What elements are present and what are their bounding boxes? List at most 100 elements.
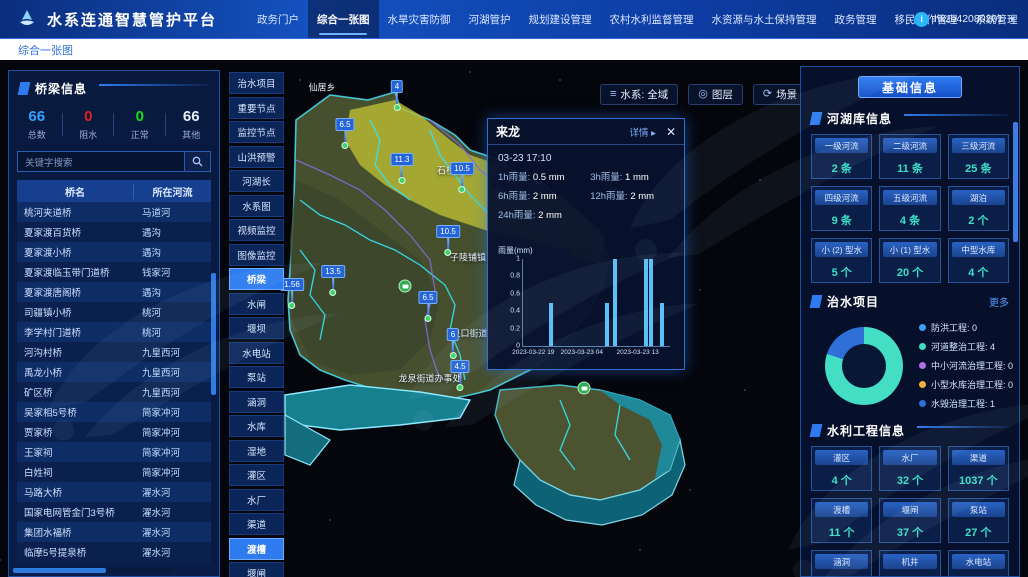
stat-label: 其他	[166, 128, 218, 141]
river-card[interactable]: 二级河流11 条	[879, 134, 940, 179]
river-card[interactable]: 四级河流9 条	[811, 186, 872, 231]
table-row[interactable]: 集团水福桥濯水河	[17, 522, 211, 542]
layer-item-1[interactable]: 重要节点	[229, 97, 284, 119]
camera-marker-icon[interactable]	[578, 382, 591, 395]
engineering-card[interactable]: 渡槽11 个	[811, 498, 872, 543]
horizontal-scrollbar[interactable]	[13, 568, 173, 573]
layer-item-19[interactable]: 渡槽	[229, 538, 284, 560]
layer-item-14[interactable]: 水库	[229, 415, 284, 437]
layer-item-13[interactable]: 涵洞	[229, 391, 284, 413]
layer-item-18[interactable]: 渠道	[229, 513, 284, 535]
card-label: 机井	[883, 554, 936, 569]
engineering-card[interactable]: 泵站27 个	[948, 498, 1009, 543]
table-row[interactable]: 临摩5号提泉桥濯水河	[17, 542, 211, 562]
gauge-marker[interactable]: 6.5	[418, 291, 437, 322]
scrollbar-thumb[interactable]	[211, 273, 216, 395]
river-card[interactable]: 小 (1) 型水20 个	[879, 238, 940, 283]
table-row[interactable]: 河沟村桥九皇西河	[17, 342, 211, 362]
table-row[interactable]: 禹龙小桥九皇西河	[17, 362, 211, 382]
river-card[interactable]: 五级河流4 条	[879, 186, 940, 231]
search-button[interactable]	[185, 151, 211, 172]
engineering-card[interactable]: 堰闸37 个	[879, 498, 940, 543]
user-menu[interactable]: i hkzb42080201 ▼	[914, 0, 1016, 38]
camera-marker-icon[interactable]	[399, 280, 412, 293]
table-row[interactable]: 矿区桥九皇西河	[17, 382, 211, 402]
layer-item-10[interactable]: 堰坝	[229, 317, 284, 339]
popup-detail-link[interactable]: 详情 ▸	[630, 125, 656, 139]
gauge-marker[interactable]: 4	[391, 80, 403, 111]
gauge-marker[interactable]: 11.3	[391, 153, 414, 184]
gauge-marker[interactable]: 13.5	[321, 265, 345, 296]
table-row[interactable]: 夏家渡小桥遇沟	[17, 242, 211, 262]
gauge-marker[interactable]: 10.5	[450, 162, 474, 193]
layer-item-4[interactable]: 河湖长	[229, 170, 284, 192]
nav-item-0[interactable]: 政务门户	[248, 0, 308, 38]
river-card[interactable]: 一级河流2 条	[811, 134, 872, 179]
gauge-marker[interactable]: 6	[447, 328, 459, 359]
basic-info-button[interactable]: 基础信息	[858, 76, 962, 98]
table-row[interactable]: 桃河夹道桥马道河	[17, 202, 211, 222]
table-row[interactable]: 夏家渡百货桥遇沟	[17, 222, 211, 242]
engineering-card[interactable]: 涵洞47 个	[811, 550, 872, 577]
table-row[interactable]: 马路大桥濯水河	[17, 482, 211, 502]
nav-item-5[interactable]: 农村水利监督管理	[601, 0, 703, 38]
nav-item-1[interactable]: 综合一张图	[308, 0, 379, 38]
layer-item-8[interactable]: 桥梁	[229, 268, 284, 290]
engineering-card[interactable]: 渠道1037 个	[948, 446, 1009, 491]
more-link[interactable]: 更多	[989, 294, 1009, 309]
engineering-card[interactable]: 水电站3 个	[948, 550, 1009, 577]
nav-item-4[interactable]: 规划建设管理	[520, 0, 601, 38]
card-value: 4 个	[952, 264, 1005, 280]
table-row[interactable]: 夏家渡临玉带门道桥钱家河	[17, 262, 211, 282]
layer-item-9[interactable]: 水闸	[229, 293, 284, 315]
gauge-marker[interactable]: 4.5	[450, 360, 469, 391]
engineering-card[interactable]: 灌区4 个	[811, 446, 872, 491]
layer-item-17[interactable]: 水厂	[229, 489, 284, 511]
table-row[interactable]: 王家祠简家冲河	[17, 442, 211, 462]
table-row[interactable]: 吴家相5号桥简家冲河	[17, 402, 211, 422]
layer-item-0[interactable]: 治水项目	[229, 72, 284, 94]
river-card[interactable]: 湖泊2 个	[948, 186, 1009, 231]
nav-item-6[interactable]: 水资源与水土保持管理	[703, 0, 826, 38]
layer-item-5[interactable]: 水系图	[229, 195, 284, 217]
table-row[interactable]: 李学村门道桥桃河	[17, 322, 211, 342]
rain-chart: 雨量(mm) 10.80.60.40.202023-03-22 192023-0…	[496, 249, 676, 363]
table-row[interactable]: 白姓祠简家冲河	[17, 462, 211, 482]
river-name-cell: 遇沟	[133, 225, 211, 239]
map-control-0[interactable]: ≡水系: 全域	[600, 84, 678, 105]
gauge-marker[interactable]: 10.5	[436, 225, 460, 256]
layer-item-11[interactable]: 水电站	[229, 342, 284, 364]
map-control-2[interactable]: ⟳场景	[753, 84, 807, 105]
col-header-river: 所在河流	[133, 184, 211, 199]
brand: 水系连通智慧管护平台	[0, 8, 248, 30]
nav-item-3[interactable]: 河湖管护	[460, 0, 520, 38]
panel-scrollbar-thumb[interactable]	[1013, 122, 1018, 242]
layer-item-6[interactable]: 视频监控	[229, 219, 284, 241]
layer-item-15[interactable]: 湿地	[229, 440, 284, 462]
layer-item-3[interactable]: 山洪预警	[229, 146, 284, 168]
layer-item-7[interactable]: 图像监控	[229, 244, 284, 266]
bridge-stat-3: 66其他	[166, 108, 218, 141]
river-card[interactable]: 小 (2) 型水5 个	[811, 238, 872, 283]
river-card[interactable]: 三级河流25 条	[948, 134, 1009, 179]
table-row[interactable]: 夏家渡唐阁桥遇沟	[17, 282, 211, 302]
river-card[interactable]: 中型水库4 个	[948, 238, 1009, 283]
breadcrumb[interactable]: 综合一张图	[18, 42, 73, 58]
layer-item-12[interactable]: 泵站	[229, 366, 284, 388]
layer-item-2[interactable]: 监控节点	[229, 121, 284, 143]
map-control-1[interactable]: ◎图层	[688, 84, 743, 105]
nav-item-2[interactable]: 水旱灾害防御	[379, 0, 460, 38]
layer-item-16[interactable]: 灌区	[229, 464, 284, 486]
gauge-marker[interactable]: 6.5	[335, 118, 354, 149]
table-row[interactable]: 司疆镇小桥桃河	[17, 302, 211, 322]
nav-item-7[interactable]: 政务管理	[826, 0, 886, 38]
scrollbar-thumb[interactable]	[13, 568, 106, 573]
engineering-card[interactable]: 水厂32 个	[879, 446, 940, 491]
table-row[interactable]: 贾家桥简家冲河	[17, 422, 211, 442]
close-icon[interactable]: ✕	[666, 126, 676, 138]
search-input[interactable]: 关键字搜索	[17, 151, 185, 172]
layer-item-20[interactable]: 堰闸	[229, 562, 284, 577]
vertical-scrollbar[interactable]	[211, 273, 216, 564]
table-row[interactable]: 国家电网管金门3号桥濯水河	[17, 502, 211, 522]
engineering-card[interactable]: 机井66 个	[879, 550, 940, 577]
